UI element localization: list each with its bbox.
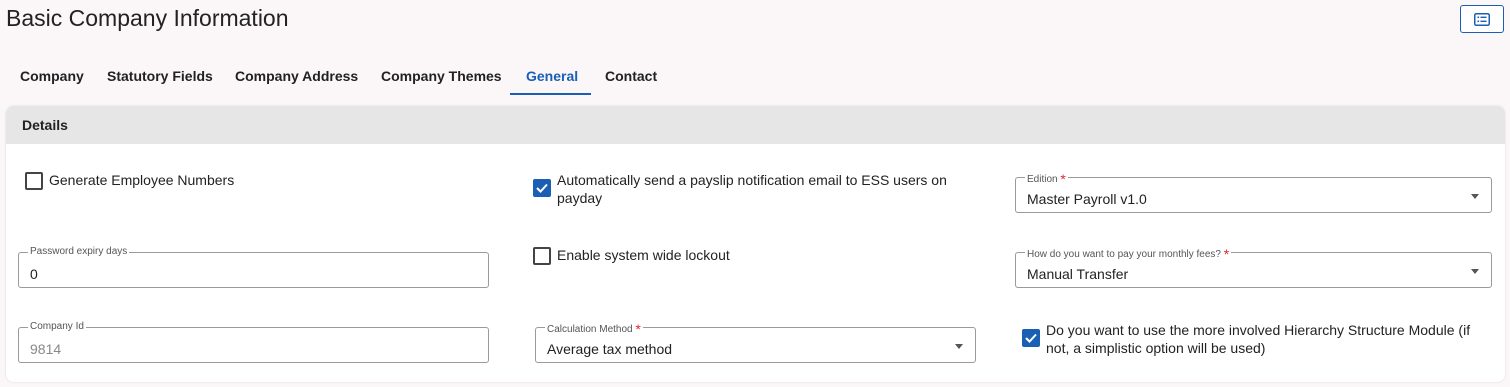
chevron-down-icon (1471, 269, 1479, 274)
payslip-email-checkbox[interactable]: Automatically send a payslip notificatio… (533, 171, 947, 207)
monthly-fees-select[interactable]: How do you want to pay your monthly fees… (1015, 246, 1492, 288)
company-id-input: Company Id 9814 (18, 321, 489, 363)
payslip-email-label-line2: payday (557, 190, 603, 206)
checkbox-checked-icon (533, 179, 551, 197)
checkbox-unchecked-icon (25, 172, 43, 190)
page-title: Basic Company Information (6, 5, 289, 31)
calculation-method-value: Average tax method (547, 341, 673, 357)
calculation-method-label: Calculation Method * (545, 321, 643, 337)
calculation-method-select[interactable]: Calculation Method * Average tax method (535, 321, 976, 363)
payslip-email-label: Automatically send a payslip notificatio… (557, 171, 947, 207)
details-card: Details Generate Employee Numbers Automa… (6, 106, 1505, 382)
monthly-fees-value: Manual Transfer (1027, 266, 1129, 282)
edition-value: Master Payroll v1.0 (1027, 191, 1147, 207)
hierarchy-module-checkbox[interactable]: Do you want to use the more involved Hie… (1022, 321, 1470, 357)
hierarchy-module-label: Do you want to use the more involved Hie… (1046, 321, 1470, 357)
list-view-button[interactable] (1460, 5, 1504, 33)
company-id-label: Company Id (28, 321, 86, 333)
payslip-email-label-line1: Automatically send a payslip notificatio… (557, 172, 947, 188)
tab-company[interactable]: Company (20, 58, 84, 96)
list-view-icon (1474, 12, 1490, 26)
tab-contact[interactable]: Contact (605, 58, 657, 96)
details-heading: Details (6, 106, 1505, 144)
checkbox-checked-icon (1022, 329, 1040, 347)
hierarchy-module-label-line1: Do you want to use the more involved Hie… (1046, 322, 1471, 338)
password-expiry-label: Password expiry days (28, 246, 130, 258)
tab-general[interactable]: General (526, 58, 578, 96)
active-tab-indicator (510, 93, 591, 95)
system-lockout-checkbox[interactable]: Enable system wide lockout (533, 246, 730, 265)
tab-statutory-fields[interactable]: Statutory Fields (107, 58, 213, 96)
chevron-down-icon (955, 344, 963, 349)
password-expiry-input[interactable]: Password expiry days 0 (18, 246, 489, 288)
generate-employee-numbers-checkbox[interactable]: Generate Employee Numbers (25, 171, 234, 190)
tab-company-address[interactable]: Company Address (235, 58, 358, 96)
company-id-value: 9814 (30, 341, 62, 357)
monthly-fees-label: How do you want to pay your monthly fees… (1025, 246, 1232, 262)
chevron-down-icon (1471, 194, 1479, 199)
system-lockout-label: Enable system wide lockout (557, 247, 730, 263)
tab-company-themes[interactable]: Company Themes (381, 58, 502, 96)
password-expiry-value: 0 (30, 266, 38, 282)
checkbox-unchecked-icon (533, 247, 551, 265)
hierarchy-module-label-line2: not, a simplistic option will be used) (1046, 340, 1266, 356)
edition-select[interactable]: Edition * Master Payroll v1.0 (1015, 171, 1492, 213)
generate-employee-numbers-label: Generate Employee Numbers (49, 172, 235, 188)
edition-label: Edition * (1025, 171, 1068, 187)
